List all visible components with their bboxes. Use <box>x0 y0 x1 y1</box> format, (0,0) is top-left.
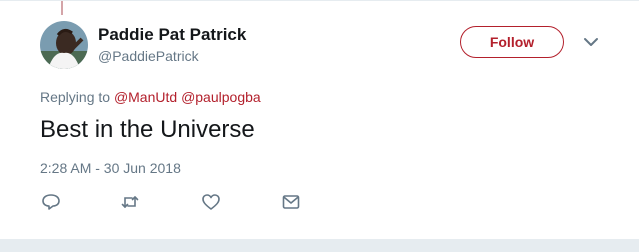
author-name[interactable]: Paddie Pat Patrick <box>98 25 246 45</box>
replying-to-label: Replying to <box>40 89 111 105</box>
author-handle[interactable]: @PaddiePatrick <box>98 48 199 64</box>
follow-button[interactable]: Follow <box>460 26 564 58</box>
mention-link-manutd[interactable]: @ManUtd <box>114 89 177 105</box>
tweet-text: Best in the Universe <box>40 116 255 143</box>
thread-connector-line <box>61 1 63 15</box>
replying-to-line: Replying to @ManUtd @paulpogba <box>40 89 261 105</box>
mention-link-paulpogba[interactable]: @paulpogba <box>181 89 261 105</box>
reply-icon[interactable] <box>41 193 61 211</box>
envelope-icon[interactable] <box>281 193 301 211</box>
heart-icon[interactable] <box>201 193 221 211</box>
chevron-down-icon[interactable] <box>583 37 599 47</box>
tweet-card: Paddie Pat Patrick @PaddiePatrick Follow… <box>0 0 639 239</box>
retweet-icon[interactable] <box>120 193 140 211</box>
avatar[interactable] <box>40 21 88 69</box>
avatar-image <box>40 21 88 69</box>
tweet-timestamp[interactable]: 2:28 AM - 30 Jun 2018 <box>40 160 181 176</box>
